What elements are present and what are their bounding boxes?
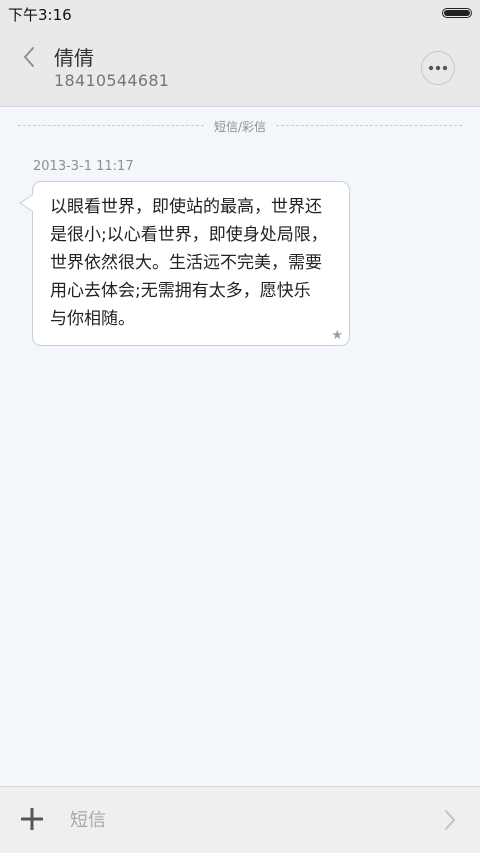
send-button[interactable] <box>436 805 464 835</box>
divider-line <box>276 125 462 126</box>
status-time: 下午3:16 <box>8 6 72 24</box>
chevron-right-icon <box>445 810 455 830</box>
messaging-screen: 下午3:16 倩倩 18410544681 短信/彩信 2013-3-1 11:… <box>0 0 480 853</box>
more-options-button[interactable] <box>421 51 455 85</box>
message-timestamp: 2013-3-1 11:17 <box>33 159 134 174</box>
conversation-header: 倩倩 18410544681 <box>0 26 480 107</box>
contact-name: 倩倩 <box>54 46 94 70</box>
star-icon[interactable]: ★ <box>331 328 343 343</box>
plus-icon <box>21 808 43 830</box>
more-horizontal-icon <box>428 65 448 71</box>
divider-label: 短信/彩信 <box>213 120 267 134</box>
status-bar: 下午3:16 <box>0 0 480 26</box>
battery-icon <box>442 8 472 18</box>
bubble-tail-fill <box>21 195 33 211</box>
add-attachment-button[interactable] <box>17 804 47 834</box>
back-button[interactable] <box>14 42 44 72</box>
message-text: 以眼看世界，即使站的最高，世界还 是很小;以心看世界，即使身处局限， 世界依然很… <box>50 197 328 329</box>
composer-bar <box>0 786 480 853</box>
message-input[interactable] <box>70 805 410 835</box>
chevron-left-icon <box>24 47 34 67</box>
message-type-divider: 短信/彩信 <box>18 116 462 136</box>
battery-level <box>444 10 470 16</box>
contact-number: 18410544681 <box>54 71 170 90</box>
message-bubble[interactable]: 以眼看世界，即使站的最高，世界还 是很小;以心看世界，即使身处局限， 世界依然很… <box>32 181 350 346</box>
